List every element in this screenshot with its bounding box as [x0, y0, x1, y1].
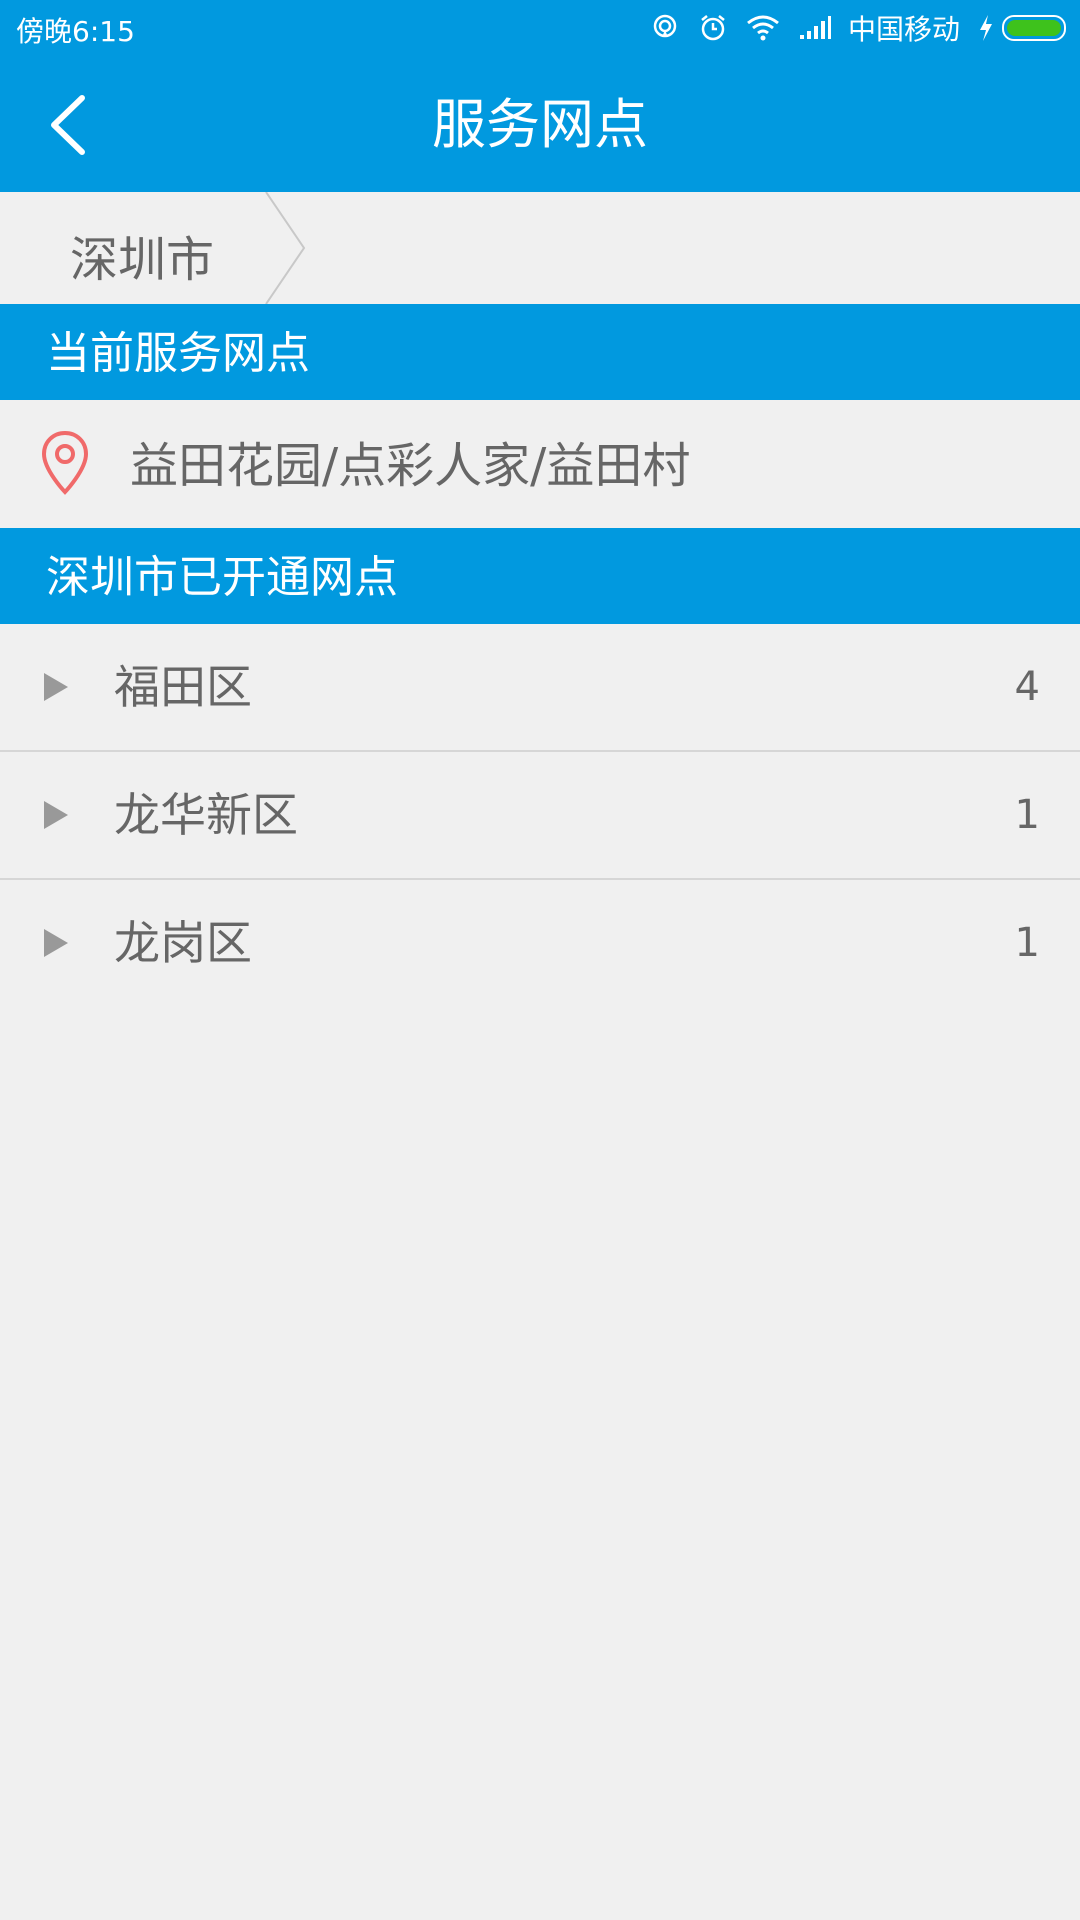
location-pin-icon: [41, 430, 89, 495]
page-title: 服务网点: [432, 93, 648, 156]
expand-arrow-icon: [44, 673, 68, 701]
section-header-opened: 深圳市已开通网点: [0, 528, 1080, 624]
breadcrumb-city-label: 深圳市: [70, 232, 215, 288]
section-title-current: 当前服务网点: [46, 328, 310, 379]
status-icons: 中国移动: [632, 8, 1066, 48]
district-count: 1: [1014, 920, 1040, 966]
signal-icon: [799, 16, 831, 39]
expand-arrow-icon: [44, 929, 68, 957]
hotspot-icon: [653, 14, 677, 38]
status-time: 傍晚6:15: [16, 15, 135, 48]
breadcrumb-chevron-icon: [265, 192, 306, 304]
current-outlet-row[interactable]: 益田花园/点彩人家/益田村: [0, 400, 1080, 528]
district-name: 龙岗区: [114, 916, 252, 970]
alarm-icon: [701, 15, 725, 41]
charging-icon: [980, 15, 992, 41]
district-count: 1: [1014, 792, 1040, 838]
breadcrumb-item-city[interactable]: 深圳市: [0, 192, 306, 304]
section-title-opened: 深圳市已开通网点: [46, 552, 398, 603]
battery-icon: [1002, 15, 1066, 41]
district-name: 龙华新区: [114, 788, 298, 842]
district-name: 福田区: [114, 660, 252, 714]
expand-arrow-icon: [44, 801, 68, 829]
district-count: 4: [1014, 664, 1040, 710]
district-row[interactable]: 龙华新区 1: [0, 752, 1080, 880]
district-list: 福田区 4 龙华新区 1 龙岗区 1: [0, 624, 1080, 1006]
current-outlet-name: 益田花园/点彩人家/益田村: [130, 438, 691, 494]
app-header: 服务网点: [0, 56, 1080, 192]
wifi-icon: [747, 15, 779, 41]
breadcrumb: 深圳市: [0, 192, 1080, 304]
carrier-name: 中国移动: [847, 13, 960, 46]
district-row[interactable]: 龙岗区 1: [0, 880, 1080, 1006]
status-bar: 傍晚6:15 中国移动: [0, 0, 1080, 56]
battery-level: [1007, 20, 1061, 36]
section-header-current: 当前服务网点: [0, 304, 1080, 400]
district-row[interactable]: 福田区 4: [0, 624, 1080, 752]
